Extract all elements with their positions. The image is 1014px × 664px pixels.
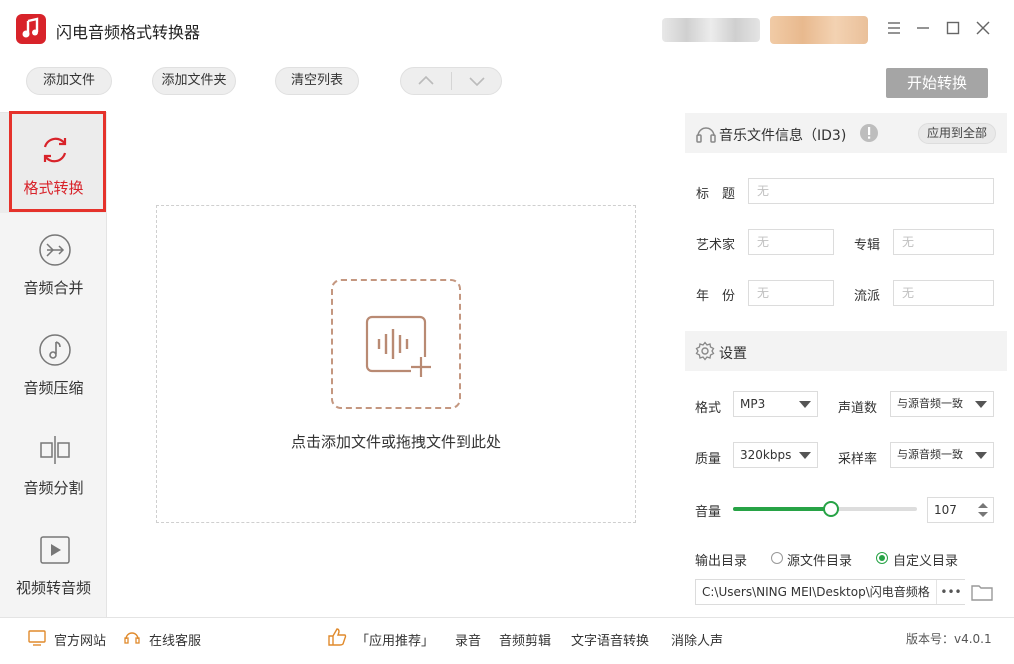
output-custom-radio[interactable] [876, 552, 888, 564]
start-convert-button[interactable]: 开始转换 [886, 68, 988, 98]
sidebar-item-audio-split[interactable]: 音频分割 [0, 413, 107, 513]
gear-icon [695, 341, 715, 361]
close-icon[interactable] [974, 19, 992, 37]
chevron-up-icon [418, 75, 434, 85]
maximize-icon[interactable] [944, 19, 962, 37]
vocal-remove-link[interactable]: 消除人声 [671, 630, 723, 649]
output-custom-label: 自定义目录 [893, 554, 959, 569]
volume-stepper[interactable]: 107 [927, 497, 994, 523]
clear-list-button[interactable]: 清空列表 [275, 67, 359, 95]
thumbs-up-icon [328, 628, 347, 646]
quality-value: 320kbps [740, 448, 792, 462]
music-note-icon [39, 334, 71, 366]
settings-title: 设置 [719, 346, 747, 362]
sidebar-item-video-to-audio[interactable]: 视频转音频 [0, 513, 107, 613]
merge-icon [39, 234, 71, 266]
format-select[interactable]: MP3 [733, 391, 818, 417]
sidebar-item-label: 音频压缩 [23, 379, 84, 397]
annotation-highlight-box [9, 111, 106, 212]
title-label: 标 题 [696, 187, 736, 202]
audio-edit-link[interactable]: 音频剪辑 [499, 630, 551, 649]
output-dir-label: 输出目录 [695, 554, 748, 569]
tts-link[interactable]: 文字语音转换 [571, 630, 649, 649]
volume-slider-fill [733, 507, 831, 511]
footer: 官方网站 在线客服 「应用推荐」 录音 音频剪辑 文字语音转换 消除人声 版本号… [0, 617, 1014, 664]
volume-slider[interactable] [733, 501, 917, 517]
output-source-radio[interactable] [771, 552, 783, 564]
blurred-account-info [662, 18, 760, 42]
info-icon[interactable] [859, 123, 879, 143]
samplerate-label: 采样率 [838, 452, 878, 467]
artist-input[interactable]: 无 [748, 229, 834, 255]
sidebar-item-audio-compress[interactable]: 音频压缩 [0, 313, 107, 413]
channels-select[interactable]: 与源音频一致 [890, 391, 994, 417]
app-logo [16, 14, 46, 44]
settings-section-header: 设置 [685, 331, 1007, 371]
channels-label: 声道数 [838, 401, 878, 416]
app-recommend-label: 「应用推荐」 [356, 634, 435, 649]
year-label: 年 份 [696, 289, 736, 304]
quality-select[interactable]: 320kbps [733, 442, 818, 468]
browse-path-button[interactable]: ••• [936, 580, 965, 604]
sidebar-item-label: 视频转音频 [15, 579, 91, 597]
format-value: MP3 [740, 397, 766, 411]
volume-value: 107 [934, 503, 957, 517]
video-play-icon [40, 536, 70, 564]
channels-value: 与源音频一致 [897, 397, 963, 410]
version-label: 版本号：v4.0.1 [906, 632, 992, 646]
minimize-icon[interactable] [914, 19, 932, 37]
samplerate-value: 与源音频一致 [897, 448, 963, 461]
output-source-label: 源文件目录 [787, 554, 853, 569]
genre-label: 流派 [854, 289, 881, 304]
sidebar-item-audio-merge[interactable]: 音频合并 [0, 213, 107, 313]
toolbar: 添加文件 添加文件夹 清空列表 [0, 56, 1014, 112]
sidebar-item-label: 音频分割 [23, 479, 84, 497]
chevron-down-icon [469, 77, 485, 87]
add-folder-button[interactable]: 添加文件夹 [152, 67, 236, 95]
website-link[interactable]: 官方网站 [54, 630, 106, 649]
format-label: 格式 [695, 401, 722, 416]
chevron-down-icon [799, 401, 811, 408]
quality-label: 质量 [695, 452, 722, 467]
add-file-button[interactable]: 添加文件 [26, 67, 112, 95]
drop-hint-text: 点击添加文件或拖拽文件到此处 [290, 433, 501, 451]
sidebar-item-label: 音频合并 [23, 279, 84, 297]
chevron-down-icon [799, 452, 811, 459]
split-icon [40, 436, 70, 464]
volume-label: 音量 [695, 505, 722, 520]
headphones-icon [696, 127, 716, 143]
stepper-arrows-icon[interactable] [977, 501, 989, 519]
move-up-button[interactable] [401, 68, 451, 94]
genre-input[interactable]: 无 [893, 280, 994, 306]
online-service-link[interactable]: 在线客服 [149, 630, 201, 649]
blurred-user-avatar[interactable] [770, 16, 868, 44]
id3-title: 音乐文件信息（ID3) [719, 128, 847, 144]
artist-label: 艺术家 [696, 238, 736, 253]
apply-to-all-button[interactable]: 应用到全部 [918, 123, 996, 144]
year-input[interactable]: 无 [748, 280, 834, 306]
move-up-down-control [400, 67, 502, 95]
add-audio-icon [365, 315, 431, 377]
app-title: 闪电音频格式转换器 [56, 23, 201, 42]
menu-icon[interactable] [885, 19, 903, 37]
record-link[interactable]: 录音 [455, 630, 481, 649]
album-label: 专辑 [854, 238, 881, 253]
chevron-down-icon [975, 452, 987, 459]
monitor-icon [28, 630, 46, 646]
title-bar: 闪电音频格式转换器 [0, 0, 1014, 56]
move-down-button[interactable] [452, 68, 502, 94]
title-input[interactable]: 无 [748, 178, 994, 204]
album-input[interactable]: 无 [893, 229, 994, 255]
headset-icon [124, 632, 140, 644]
output-path-field[interactable]: C:\Users\NING MEI\Desktop\闪电音频格 [695, 579, 965, 605]
volume-slider-handle[interactable] [823, 501, 839, 517]
add-audio-button[interactable] [331, 279, 461, 409]
folder-icon[interactable] [970, 581, 994, 603]
samplerate-select[interactable]: 与源音频一致 [890, 442, 994, 468]
music-note-icon [22, 17, 39, 38]
chevron-down-icon [975, 401, 987, 408]
